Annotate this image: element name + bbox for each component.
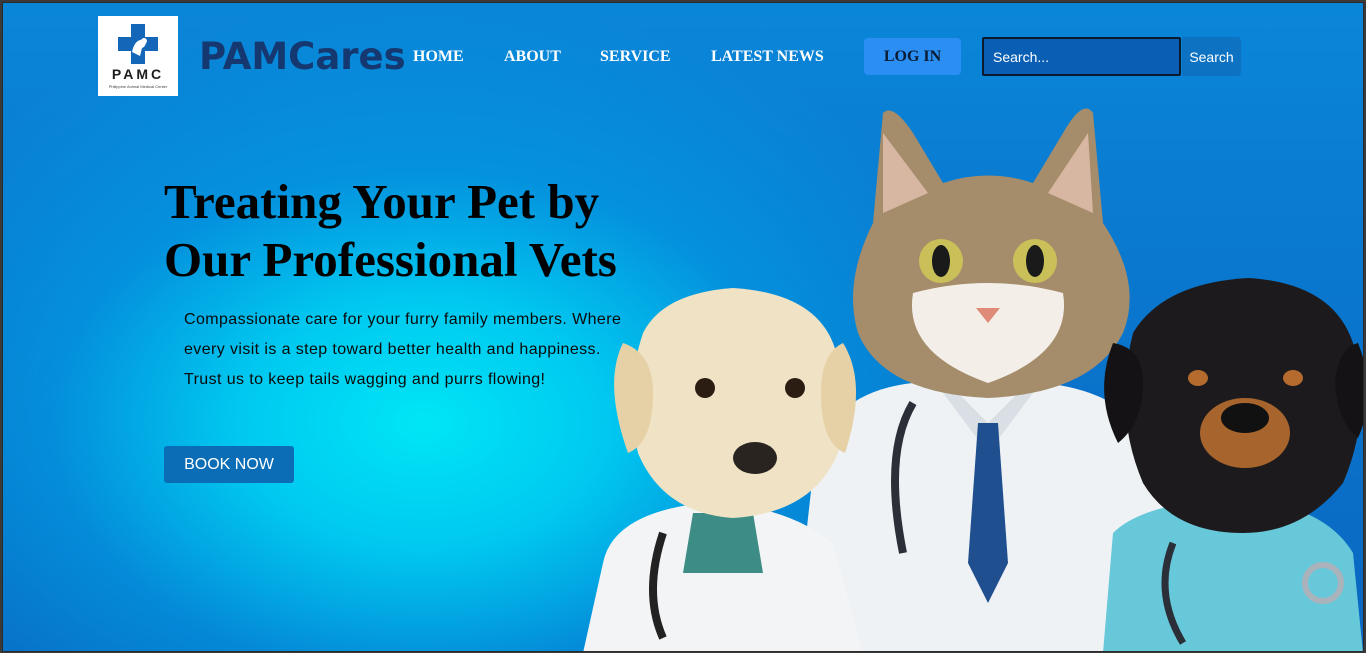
login-button[interactable]: LOG IN [864,38,961,75]
search-input[interactable] [982,37,1181,76]
pamc-logo[interactable]: PAMC Philippine Animal Medical Center [98,16,178,96]
medical-cross-icon [118,24,158,64]
nav-home[interactable]: HOME [413,48,464,66]
nav-service[interactable]: SERVICE [600,48,671,66]
page-frame: PAMC Philippine Animal Medical Center PA… [2,2,1364,652]
vet-pets-image [583,108,1363,651]
book-now-button[interactable]: BOOK NOW [164,446,294,483]
brand-name[interactable]: PAMCares [199,35,406,78]
nav-about[interactable]: ABOUT [504,48,561,66]
hero-title-line1: Treating Your Pet by [164,174,600,229]
hero-title-line2: Our Professional Vets [164,232,617,287]
logo-letters: PAMC [111,66,165,82]
nav-latest-news[interactable]: LATEST NEWS [711,48,824,66]
search-button[interactable]: Search [1182,37,1241,76]
logo-subtitle: Philippine Animal Medical Center [108,84,168,89]
hero-description: Compassionate care for your furry family… [184,311,622,388]
